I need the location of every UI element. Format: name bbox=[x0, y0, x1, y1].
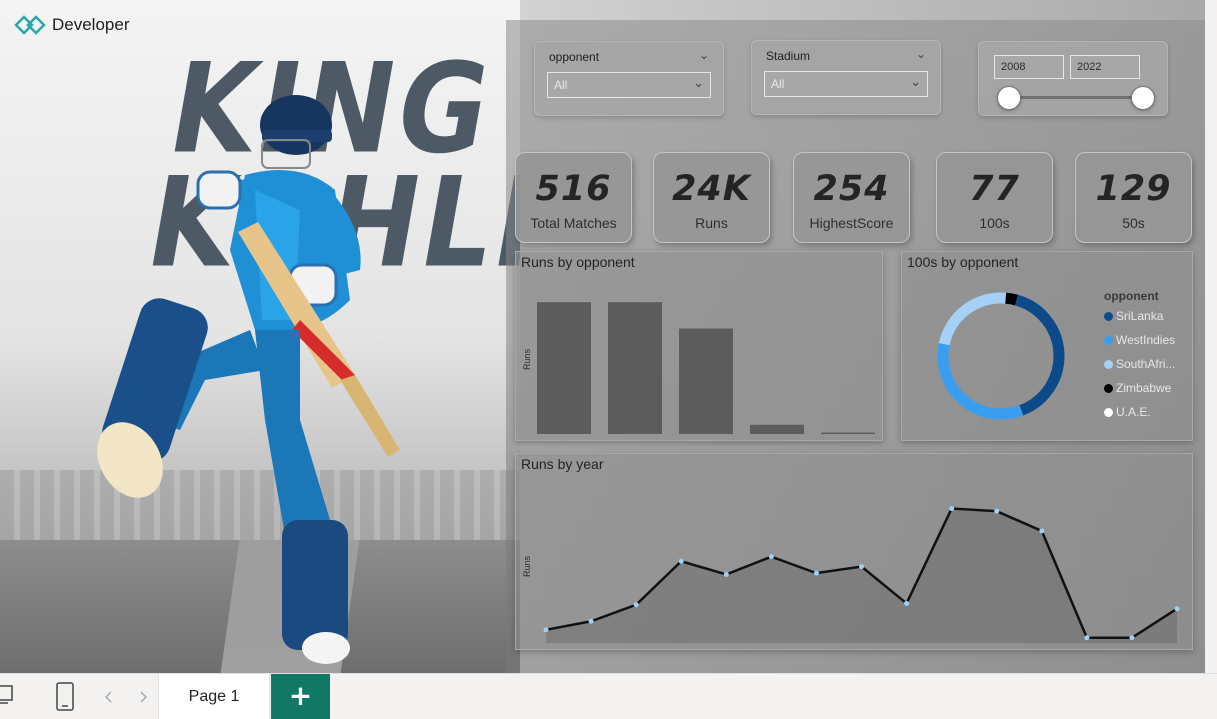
data-point[interactable] bbox=[1174, 606, 1180, 612]
card-label: 100s bbox=[979, 215, 1010, 231]
legend-item[interactable]: Zimbabwe bbox=[1104, 381, 1171, 395]
stadium-slicer-title: Stadium bbox=[766, 49, 811, 63]
card-value: 129 bbox=[1095, 169, 1172, 209]
legend-label: Zimbabwe bbox=[1116, 381, 1172, 395]
legend-title: opponent bbox=[1104, 289, 1159, 303]
range-track bbox=[1009, 96, 1143, 99]
data-point[interactable] bbox=[678, 558, 684, 564]
legend-label: SouthAfri... bbox=[1116, 357, 1176, 371]
data-point[interactable] bbox=[768, 554, 774, 560]
chevron-down-icon[interactable]: ⌄ bbox=[916, 47, 926, 61]
data-point[interactable] bbox=[1084, 635, 1090, 641]
year-range-slicer[interactable]: 2008 2022 bbox=[978, 41, 1168, 116]
legend-dot bbox=[1104, 407, 1113, 417]
runs-by-opponent-chart[interactable]: Runs by opponent Runs bbox=[515, 251, 883, 441]
chevron-right-icon[interactable] bbox=[138, 691, 148, 703]
legend-item[interactable]: U.A.E. bbox=[1104, 405, 1151, 419]
developer-logo[interactable]: Developer bbox=[14, 14, 130, 36]
legend-dot bbox=[1104, 359, 1113, 369]
card-value: 24K bbox=[672, 169, 751, 209]
data-point[interactable] bbox=[813, 570, 819, 576]
legend-dot bbox=[1104, 383, 1113, 393]
data-point[interactable] bbox=[904, 600, 910, 606]
chevron-left-icon[interactable] bbox=[104, 691, 114, 703]
logo-icon bbox=[14, 15, 46, 35]
legend-dot bbox=[1104, 311, 1113, 321]
mobile-view-icon[interactable] bbox=[54, 682, 76, 712]
stadium-dropdown[interactable]: All ⌄ bbox=[764, 71, 928, 97]
card-100s[interactable]: 77 100s bbox=[936, 152, 1053, 243]
stadium-dropdown-value: All bbox=[771, 77, 785, 91]
year-from-input[interactable]: 2008 bbox=[994, 55, 1064, 79]
donut-slice[interactable] bbox=[1014, 294, 1065, 416]
donut-slice[interactable] bbox=[1005, 292, 1018, 306]
legend-item[interactable]: SriLanka bbox=[1104, 309, 1163, 323]
hero-background: KING KOHLI bbox=[0, 0, 520, 673]
legend-label: U.A.E. bbox=[1116, 405, 1151, 419]
donut-slice[interactable] bbox=[937, 342, 1024, 420]
card-value: 516 bbox=[535, 169, 612, 209]
range-handle-start[interactable] bbox=[997, 86, 1021, 110]
data-point[interactable] bbox=[633, 602, 639, 608]
opponent-slicer-title: opponent bbox=[549, 50, 600, 64]
card-value: 254 bbox=[813, 169, 890, 209]
hundreds-by-opponent-chart[interactable]: 100s by opponent opponent SriLanka WestI… bbox=[901, 251, 1193, 441]
tab-page-1[interactable]: Page 1 bbox=[158, 674, 270, 719]
logo-text: Developer bbox=[52, 15, 130, 34]
card-label: Runs bbox=[695, 215, 728, 231]
card-label: HighestScore bbox=[809, 215, 894, 231]
opponent-dropdown[interactable]: All ⌄ bbox=[547, 72, 711, 98]
bar[interactable] bbox=[537, 302, 591, 434]
chevron-down-icon[interactable]: ⌄ bbox=[693, 76, 704, 91]
chevron-down-icon[interactable]: ⌄ bbox=[699, 48, 709, 62]
data-point[interactable] bbox=[1039, 528, 1045, 534]
chevron-down-icon[interactable]: ⌄ bbox=[910, 75, 921, 90]
data-point[interactable] bbox=[859, 564, 864, 570]
card-value: 77 bbox=[969, 169, 1020, 209]
data-point[interactable] bbox=[723, 571, 729, 577]
report-canvas: KING KOHLI bbox=[0, 0, 1205, 673]
cricketer-illustration bbox=[97, 95, 400, 664]
data-point[interactable] bbox=[949, 506, 955, 512]
legend-item[interactable]: SouthAfri... bbox=[1104, 357, 1175, 371]
desktop-view-icon[interactable] bbox=[0, 684, 14, 706]
card-label: Total Matches bbox=[530, 215, 617, 231]
opponent-dropdown-value: All bbox=[554, 78, 568, 92]
donut-chart-plot bbox=[937, 292, 1065, 420]
runs-by-year-chart[interactable]: Runs by year Runs bbox=[515, 453, 1193, 650]
area-chart-plot bbox=[543, 506, 1180, 643]
stadium-slicer[interactable]: Stadium ⌄ All ⌄ bbox=[751, 40, 941, 115]
area-fill bbox=[546, 508, 1177, 643]
data-point[interactable] bbox=[543, 627, 549, 633]
card-total-matches[interactable]: 516 Total Matches bbox=[515, 152, 632, 243]
bar[interactable] bbox=[608, 302, 662, 434]
bar-chart-plot bbox=[537, 302, 875, 435]
range-handle-end[interactable] bbox=[1131, 86, 1155, 110]
legend-dot bbox=[1104, 335, 1113, 345]
bar[interactable] bbox=[679, 328, 733, 434]
bar[interactable] bbox=[821, 432, 875, 435]
legend-item[interactable]: WestIndies bbox=[1104, 333, 1175, 347]
data-point[interactable] bbox=[588, 618, 594, 624]
legend-label: SriLanka bbox=[1116, 309, 1164, 323]
data-point[interactable] bbox=[994, 508, 1000, 514]
page-tab-bar: Page 1 + bbox=[0, 673, 1217, 719]
add-page-button[interactable]: + bbox=[271, 674, 330, 719]
legend-label: WestIndies bbox=[1116, 333, 1176, 347]
card-runs[interactable]: 24K Runs bbox=[653, 152, 770, 243]
opponent-slicer[interactable]: opponent ⌄ All ⌄ bbox=[534, 41, 724, 116]
card-50s[interactable]: 129 50s bbox=[1075, 152, 1192, 243]
card-label: 50s bbox=[1122, 215, 1145, 231]
donut-slice[interactable] bbox=[938, 292, 1007, 346]
dashboard-panel: opponent ⌄ All ⌄ Stadium ⌄ All ⌄ 2008 20… bbox=[506, 20, 1205, 673]
bar[interactable] bbox=[750, 424, 804, 434]
data-point[interactable] bbox=[1129, 635, 1135, 641]
card-highest-score[interactable]: 254 HighestScore bbox=[793, 152, 910, 243]
year-to-input[interactable]: 2022 bbox=[1070, 55, 1140, 79]
